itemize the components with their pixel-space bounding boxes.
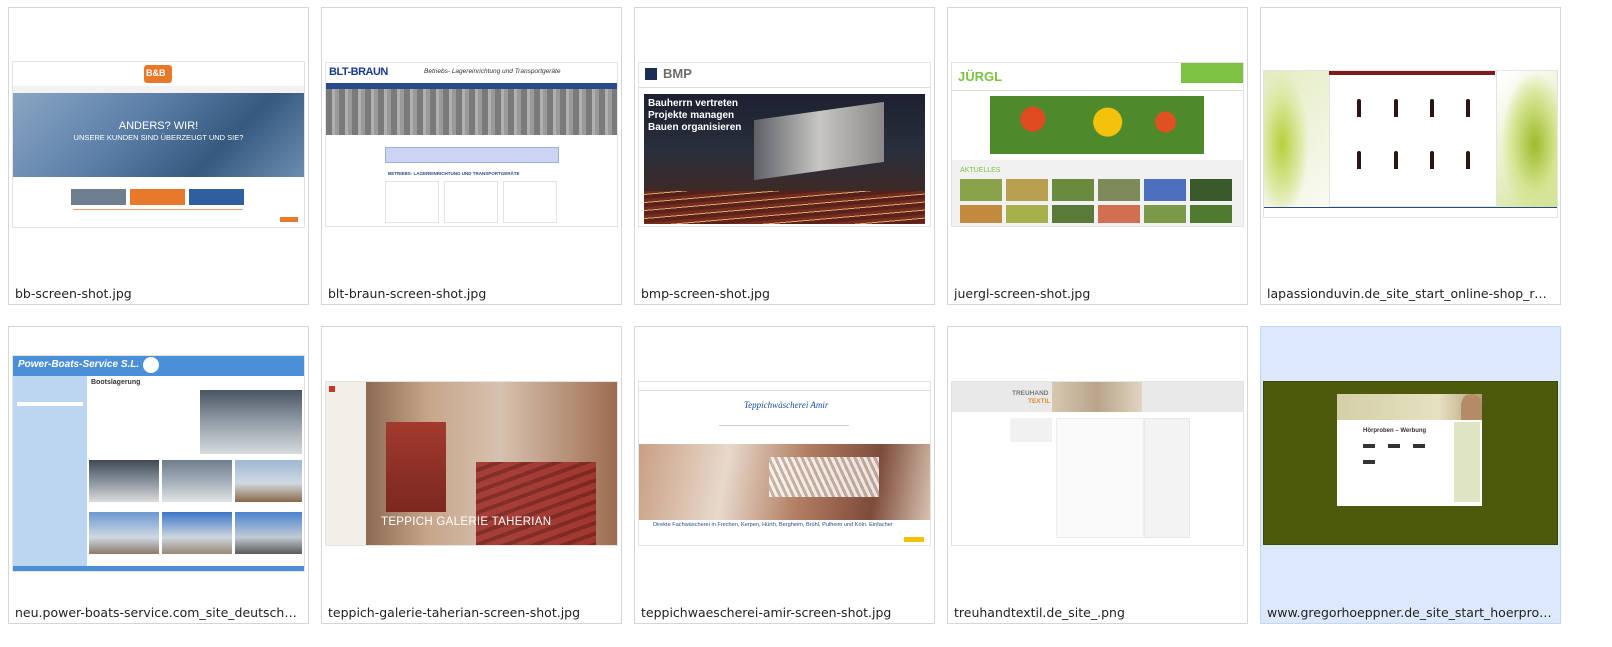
file-tile-bmp[interactable]: BMP Bauherrn vertreten Projekte managen … [634, 7, 935, 305]
file-tile-blt-braun[interactable]: BLT-BRAUN Betriebs- Lagereinrichtung und… [321, 7, 622, 305]
treuhand-logo-2: TEXTIL [1028, 397, 1051, 405]
thumbnail-area: TEPPICH GALERIE TAHERIAN [322, 327, 621, 599]
thumbnail-area: Hörproben – Werbung [1261, 327, 1560, 599]
thumbnail-image: BLT-BRAUN Betriebs- Lagereinrichtung und… [326, 62, 617, 226]
treuhand-content [1056, 417, 1144, 538]
file-name: lapassionduvin.de_site_start_online-shop… [1267, 286, 1554, 301]
thumbnail-area: TREUHAND TEXTIL [948, 327, 1247, 599]
thumbnail-image: TREUHAND TEXTIL [952, 381, 1243, 545]
gregor-heading: Hörproben – Werbung [1363, 428, 1427, 434]
file-tile-gregorhoeppner[interactable]: Hörproben – Werbung www.gregorhoeppner.d… [1260, 326, 1561, 624]
gregor-portrait [1461, 394, 1482, 420]
thumbnail-image: Power-Boats-Service S.L. Bootslagerung [13, 355, 304, 571]
file-name: neu.power-boats-service.com_site_deutsch… [15, 605, 302, 620]
file-name: teppich-galerie-taherian-screen-shot.jpg [328, 605, 581, 620]
thumbnail-area: Power-Boats-Service S.L. Bootslagerung [9, 327, 308, 599]
bmp-logo-icon [645, 67, 657, 80]
bb-subline: UNSERE KUNDEN SIND ÜBERZEUGT UND SIE? [73, 132, 244, 142]
amir-banner: Direkte Fachwäscherei in Frechen, Kerpen… [653, 521, 893, 528]
shop-panel [1329, 71, 1497, 207]
thumbnail-image: JÜRGL AKTUELLES [952, 62, 1243, 226]
bmp-hero-line3: Bauen organisieren [648, 121, 742, 133]
power-photo-1 [200, 389, 302, 454]
thumbnail-image: Hörproben – Werbung [1264, 382, 1557, 544]
file-tile-lapassionduvin[interactable]: lapassionduvin.de_site_start_online-shop… [1260, 7, 1561, 305]
thumbnail-image: BMP Bauherrn vertreten Projekte managen … [639, 62, 930, 226]
thumbnail-area: Teppichwäscherei Amir Direkte Fachwäsche… [635, 327, 934, 599]
bmp-hero-line1: Bauherrn vertreten [648, 97, 739, 109]
amir-logo: Teppichwäscherei Amir [744, 399, 829, 410]
treuhand-logo-1: TREUHAND [1012, 389, 1049, 397]
bb-logo-text: B&B [146, 67, 166, 78]
blt-hero-image [326, 88, 617, 135]
thumbnail-image [1264, 71, 1557, 217]
file-tile-treuhandtextil[interactable]: TREUHAND TEXTIL treuhandtextil.de_site_.… [947, 326, 1248, 624]
power-logo: Power-Boats-Service S.L. [18, 358, 140, 370]
bb-headline: ANDERS? WIR! [118, 119, 199, 132]
thumbnail-area: JÜRGL AKTUELLES [948, 8, 1247, 280]
thumbnail-area: BMP Bauherrn vertreten Projekte managen … [635, 8, 934, 280]
juergl-section-heading: AKTUELLES [960, 166, 1001, 174]
file-name: bb-screen-shot.jpg [15, 286, 132, 301]
file-name: bmp-screen-shot.jpg [641, 286, 770, 301]
bmp-logo: BMP [663, 65, 692, 81]
file-tile-amir[interactable]: Teppichwäscherei Amir Direkte Fachwäsche… [634, 326, 935, 624]
file-name: blt-braun-screen-shot.jpg [328, 286, 487, 301]
file-tile-bb[interactable]: B&B ANDERS? WIR! UNSERE KUNDEN SIND ÜBER… [8, 7, 309, 305]
thumbnail-image: B&B ANDERS? WIR! UNSERE KUNDEN SIND ÜBER… [13, 61, 304, 227]
juergl-hero-image [990, 95, 1204, 154]
file-name: www.gregorhoeppner.de_site_start_hoerpro… [1267, 605, 1554, 620]
blt-tagline: Betriebs- Lagereinrichtung und Transport… [424, 67, 561, 75]
thumbnail-image: TEPPICH GALERIE TAHERIAN [326, 381, 617, 545]
file-tile-juergl[interactable]: JÜRGL AKTUELLES juergl-screen-shot.jpg [947, 7, 1248, 305]
juergl-logo: JÜRGL [958, 68, 1003, 84]
thumbnail-area: B&B ANDERS? WIR! UNSERE KUNDEN SIND ÜBER… [9, 8, 308, 280]
thumbnail-area [1261, 8, 1560, 280]
file-name: treuhandtextil.de_site_.png [954, 605, 1125, 620]
blt-section-heading: BETRIEBS- LAGEREINRICHTUNG UND TRANSPORT… [388, 170, 520, 176]
taherian-sidebar [326, 381, 366, 545]
bmp-hero-line2: Projekte managen [648, 109, 735, 121]
thumbnail-image: Teppichwäscherei Amir Direkte Fachwäsche… [639, 381, 930, 545]
file-name: teppichwaescherei-amir-screen-shot.jpg [641, 605, 892, 620]
file-name: juergl-screen-shot.jpg [954, 286, 1091, 301]
file-tile-power-boats[interactable]: Power-Boats-Service S.L. Bootslagerung n… [8, 326, 309, 624]
file-tile-taherian[interactable]: TEPPICH GALERIE TAHERIAN teppich-galerie… [321, 326, 622, 624]
taherian-title: TEPPICH GALERIE TAHERIAN [381, 515, 552, 528]
power-heading: Bootslagerung [91, 378, 141, 386]
thumbnail-area: BLT-BRAUN Betriebs- Lagereinrichtung und… [322, 8, 621, 280]
blt-logo: BLT-BRAUN [329, 65, 388, 78]
